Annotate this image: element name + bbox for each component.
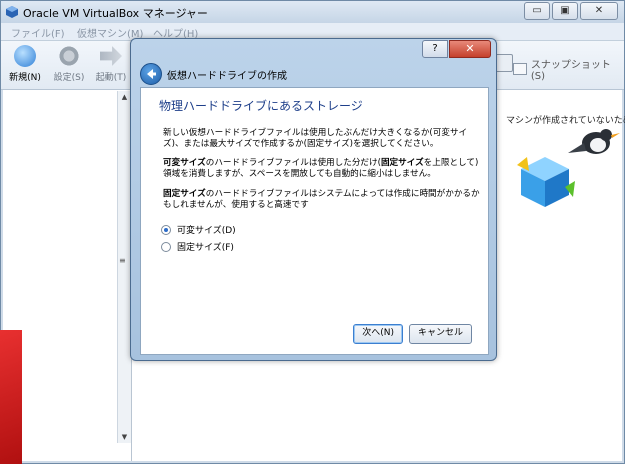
gear-icon — [58, 45, 80, 67]
close-button[interactable]: ✕ — [580, 2, 618, 20]
dialog-title: 仮想ハードドライブの作成 — [167, 71, 287, 82]
desktop-background-edge — [0, 330, 22, 464]
radio-dynamic-label: 可変サイズ(D) — [177, 226, 236, 236]
virtualbox-app-icon — [6, 6, 18, 18]
dynamic-term: 可変サイズ — [163, 158, 206, 168]
radio-fixed-label: 固定サイズ(F) — [177, 243, 234, 253]
dynamic-size-paragraph: 可変サイズのハードドライブファイルは使用した分だけ(固定サイズを上限として)領域… — [163, 158, 481, 180]
new-label: 新規(N) — [9, 73, 41, 83]
new-button[interactable]: 新規(N) — [7, 45, 43, 83]
help-button[interactable]: ? — [422, 40, 448, 58]
cancel-button[interactable]: キャンセル — [408, 324, 472, 344]
camera-icon — [513, 63, 527, 75]
dialog-close-button[interactable]: ✕ — [449, 40, 491, 58]
settings-label: 設定(S) — [53, 73, 85, 83]
back-arrow-icon[interactable] — [140, 63, 162, 85]
radio-fixed-indicator[interactable] — [161, 241, 171, 252]
next-button[interactable]: 次へ(N) — [353, 324, 403, 344]
minimize-button[interactable]: ▭ — [524, 2, 550, 20]
start-button[interactable]: 起動(T) — [93, 45, 129, 83]
dynamic-text-mid: のハードドライブファイルは使用した分だけ( — [205, 158, 381, 168]
vm-list-scrollbar[interactable]: ▲ ▼ — [117, 91, 131, 443]
title-bar: Oracle VM VirtualBox マネージャー ▭ ▣ ✕ — [1, 1, 624, 23]
wizard-page: 物理ハードドライブにあるストレージ 新しい仮想ハードドライブファイルは使用したぶ… — [140, 87, 489, 355]
vm-list-panel[interactable] — [3, 90, 132, 461]
radio-dynamic[interactable]: 可変サイズ(D) — [161, 223, 236, 236]
scroll-down-arrow-icon[interactable]: ▼ — [118, 433, 131, 441]
start-arrow-icon — [100, 46, 122, 66]
radio-fixed[interactable]: 固定サイズ(F) — [161, 240, 234, 253]
settings-button[interactable]: 設定(S) — [51, 45, 87, 83]
radio-dynamic-indicator[interactable] — [161, 224, 171, 235]
fixed-term: 固定サイズ — [163, 189, 206, 199]
new-vm-icon — [14, 45, 36, 67]
fixed-term-inline: 固定サイズ — [380, 158, 424, 168]
snapshot-label: スナップショット(S) — [530, 60, 611, 82]
snapshot-button[interactable]: スナップショット(S) — [513, 56, 624, 82]
window-title: Oracle VM VirtualBox マネージャー — [23, 7, 208, 20]
create-hard-drive-dialog: ? ✕ 仮想ハードドライブの作成 物理ハードドライブにあるストレージ 新しい仮想… — [130, 38, 497, 361]
page-heading: 物理ハードドライブにあるストレージ — [159, 99, 363, 113]
start-label: 起動(T) — [95, 73, 127, 83]
fixed-size-paragraph: 固定サイズのハードドライブファイルはシステムによっては作成に時間がかかるかもしれ… — [163, 189, 481, 211]
menu-file[interactable]: ファイル(F) — [11, 25, 65, 40]
restore-button[interactable]: ▣ — [552, 2, 578, 20]
fixed-text: のハードドライブファイルはシステムによっては作成に時間がかかるかもしれませんが、… — [163, 189, 480, 210]
details-toggle[interactable] — [495, 54, 513, 72]
description-paragraph: 新しい仮想ハードドライブファイルは使用したぶんだけ大きくなるか(可変サイズ)、ま… — [163, 128, 468, 149]
splitter-handle-icon[interactable]: ≡ — [119, 256, 126, 265]
virtualbox-cube-icon — [517, 157, 575, 207]
